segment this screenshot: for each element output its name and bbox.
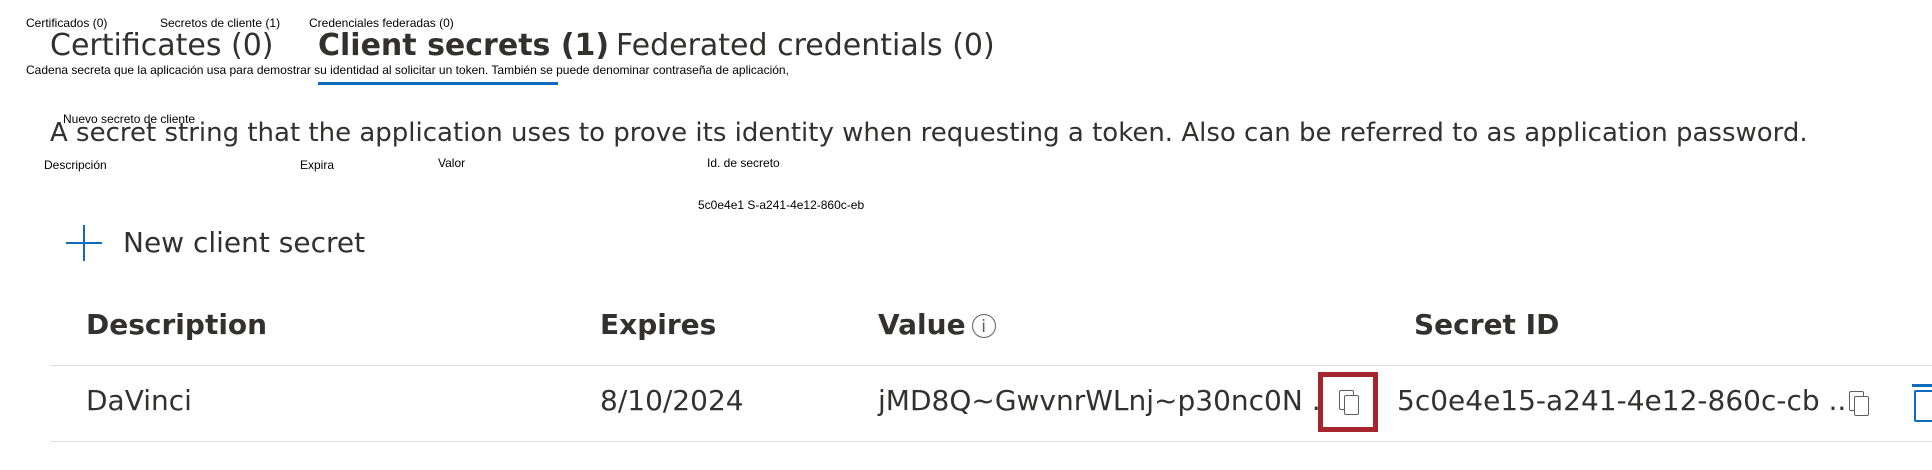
annotation-col-secret-id: Id. de secreto (707, 156, 780, 170)
tab-client-secrets[interactable]: Client secrets (1) (318, 28, 609, 63)
cell-value: jMD8Q~GwvnrWLnj~p30nc0N ... (878, 384, 1339, 417)
row-divider (50, 441, 1932, 442)
trash-icon[interactable] (1912, 384, 1932, 422)
new-client-secret-label: New client secret (123, 226, 366, 259)
info-icon[interactable]: i (971, 314, 996, 338)
plus-icon (66, 225, 102, 261)
annotation-col-expires: Expira (300, 158, 335, 172)
column-header-value-label: Value (878, 308, 966, 341)
tab-federated-credentials[interactable]: Federated credentials (0) (616, 28, 995, 63)
copy-icon (1339, 390, 1359, 415)
annotation-col-value: Valor (438, 156, 466, 170)
active-tab-indicator (318, 82, 558, 85)
annotation-col-description: Descripción (44, 158, 107, 172)
column-header-expires[interactable]: Expires (600, 308, 716, 341)
annotation-description: Cadena secreta que la aplicación usa par… (26, 63, 789, 77)
annotation-secret-id: 5c0e4e1 S-a241-4e12-860c-eb (698, 198, 865, 212)
tab-certificates[interactable]: Certificates (0) (50, 28, 274, 63)
cell-expires: 8/10/2024 (600, 384, 744, 417)
header-divider (50, 365, 1932, 366)
tab-description: A secret string that the application use… (50, 118, 1808, 148)
cell-secret-id: 5c0e4e15-a241-4e12-860c-cb ... (1397, 384, 1856, 417)
column-header-secret-id[interactable]: Secret ID (1414, 308, 1559, 341)
copy-value-button[interactable] (1318, 372, 1378, 432)
column-header-description[interactable]: Description (86, 308, 267, 341)
cell-description: DaVinci (86, 384, 192, 417)
copy-icon[interactable] (1849, 391, 1869, 416)
column-header-value[interactable]: Value i (878, 308, 996, 341)
